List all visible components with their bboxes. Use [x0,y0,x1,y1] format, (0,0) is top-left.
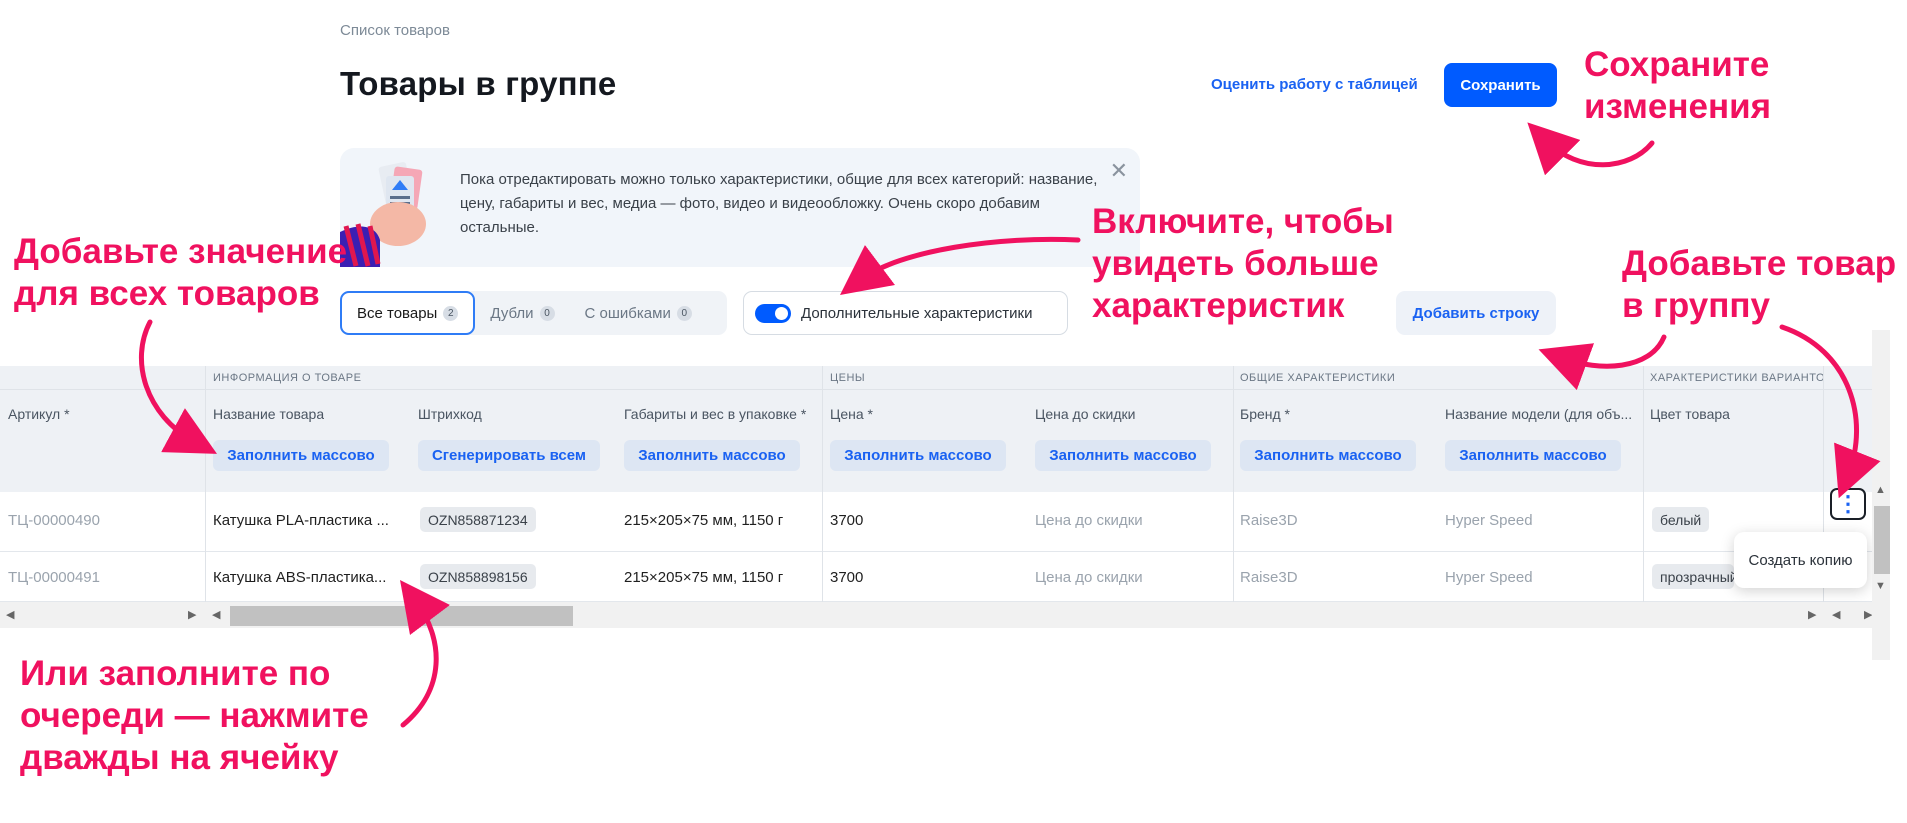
col-header-color[interactable]: Цвет товара [1650,406,1730,422]
arrow-to-add-row [1538,334,1667,391]
breadcrumb[interactable]: Список товаров [340,22,450,39]
cell-color[interactable]: прозрачный [1652,564,1734,589]
tab-count-badge: 0 [676,305,692,321]
cell-name[interactable]: Катушка ABS-пластика... [213,569,408,586]
cell-name[interactable]: Катушка PLA-пластика ... [213,512,408,529]
page-title: Товары в группе [340,65,617,102]
product-grid: ИНФОРМАЦИЯ О ТОВАРЕ ЦЕНЫ ОБЩИЕ ХАРАКТЕРИ… [0,366,1877,628]
scroll-right-arrow-icon[interactable]: ▶ [1808,608,1816,621]
banner-text: Пока отредактировать можно только характ… [460,171,1098,236]
group-label-info: ИНФОРМАЦИЯ О ТОВАРЕ [213,372,362,384]
fill-mass-button-name[interactable]: Заполнить массово [213,440,389,471]
tab-errors[interactable]: С ошибками 0 [570,291,707,335]
horizontal-scrollbar[interactable]: ◀ ▶ ◀ ▶ ◀ ▶ [0,602,1877,628]
col-header-sku[interactable]: Артикул * [8,406,70,422]
fill-mass-button-dims[interactable]: Заполнить массово [624,440,800,471]
fill-mass-button-model[interactable]: Заполнить массово [1445,440,1621,471]
cell-old-price[interactable]: Цена до скидки [1035,569,1143,586]
rate-table-link[interactable]: Оценить работу с таблицей [1211,76,1418,93]
tab-label: Все товары [357,304,438,322]
scroll-left-arrow-icon[interactable]: ◀ [212,608,220,621]
cell-old-price[interactable]: Цена до скидки [1035,512,1143,529]
cell-dims[interactable]: 215×205×75 мм, 1150 г [624,512,824,529]
tab-count-badge: 2 [443,305,459,321]
close-icon[interactable]: ✕ [1110,158,1128,184]
fill-mass-button-old-price[interactable]: Заполнить массово [1035,440,1211,471]
scroll-up-arrow-icon[interactable]: ▲ [1875,484,1886,496]
annotation-cell-edit: Или заполните по очереди — нажмите дважд… [20,654,369,777]
create-copy-menu-item[interactable]: Создать копию [1734,532,1867,588]
annotation-add-product: Добавьте товар в группу [1622,244,1897,325]
row-menu-button[interactable]: ⋮ [1830,488,1866,520]
col-header-barcode[interactable]: Штрихкод [418,406,482,422]
extra-attributes-toggle[interactable]: Дополнительные характеристики [743,291,1068,335]
vertical-scrollbar[interactable]: ▲ ▼ [1872,330,1890,660]
tab-label: С ошибками [584,304,671,322]
fill-mass-button-brand[interactable]: Заполнить массово [1240,440,1416,471]
toggle-switch[interactable] [755,303,791,323]
cell-model[interactable]: Hyper Speed [1445,512,1533,529]
tab-all[interactable]: Все товары 2 [340,291,476,335]
col-header-dims[interactable]: Габариты и вес в упаковке * [624,406,806,422]
fill-mass-button-price[interactable]: Заполнить массово [830,440,1006,471]
tab-duplicates[interactable]: Дубли 0 [475,291,569,335]
annotation-mass-fill: Добавьте значение для всех товаров [14,232,348,313]
table-row[interactable]: ТЦ-00000491 Катушка ABS-пластика... OZN8… [0,553,1877,602]
cell-barcode[interactable]: OZN858898156 [420,564,536,589]
tab-label: Дубли [490,304,534,322]
table-row[interactable]: ТЦ-00000490 Катушка PLA-пластика ... OZN… [0,492,1877,552]
group-label-prices: ЦЕНЫ [830,372,866,384]
info-banner: Пока отредактировать можно только характ… [340,148,1140,267]
column-divider [822,366,823,602]
cell-price[interactable]: 3700 [830,569,863,586]
add-row-button[interactable]: Добавить строку [1396,291,1556,335]
toggle-label: Дополнительные характеристики [801,304,1033,322]
column-header-row: Артикул * Название товара Штрихкод Габар… [0,390,1877,492]
scroll-left-arrow-icon[interactable]: ◀ [6,608,14,621]
scrollbar-thumb[interactable] [1874,506,1890,574]
col-header-price[interactable]: Цена * [830,406,873,422]
column-divider [1643,366,1644,602]
cell-model[interactable]: Hyper Speed [1445,569,1533,586]
cell-barcode[interactable]: OZN858871234 [420,507,536,532]
generate-barcodes-button[interactable]: Сгенерировать всем [418,440,600,471]
cell-sku[interactable]: ТЦ-00000490 [8,512,100,529]
cell-brand[interactable]: Raise3D [1240,569,1298,586]
hand-cards-illustration-icon [340,162,426,267]
cell-dims[interactable]: 215×205×75 мм, 1150 г [624,569,824,586]
column-divider [1233,366,1234,602]
annotation-save: Сохраните изменения [1584,45,1772,126]
cell-price[interactable]: 3700 [830,512,863,529]
group-header-row: ИНФОРМАЦИЯ О ТОВАРЕ ЦЕНЫ ОБЩИЕ ХАРАКТЕРИ… [0,366,1877,390]
column-divider [205,366,206,602]
cell-sku[interactable]: ТЦ-00000491 [8,569,100,586]
cell-color[interactable]: белый [1652,507,1710,532]
cell-brand[interactable]: Raise3D [1240,512,1298,529]
group-label-variants: ХАРАКТЕРИСТИКИ ВАРИАНТОВ [1650,372,1823,384]
scroll-down-arrow-icon[interactable]: ▼ [1875,580,1886,592]
filter-tabs: Все товары 2 Дубли 0 С ошибками 0 [340,291,727,335]
col-header-old-price[interactable]: Цена до скидки [1035,406,1135,422]
col-header-brand[interactable]: Бренд * [1240,406,1290,422]
col-header-model[interactable]: Название модели (для объ... [1445,406,1635,422]
scrollbar-thumb[interactable] [230,606,573,626]
annotation-toggle: Включите, чтобы увидеть больше характери… [1092,202,1394,325]
scroll-right-arrow-icon[interactable]: ▶ [188,608,196,621]
save-button[interactable]: Сохранить [1444,63,1557,107]
tab-count-badge: 0 [539,305,555,321]
scroll-left-arrow-icon[interactable]: ◀ [1832,608,1840,621]
arrow-to-save [1527,122,1655,176]
col-header-name[interactable]: Название товара [213,406,324,422]
group-label-common: ОБЩИЕ ХАРАКТЕРИСТИКИ [1240,372,1396,384]
